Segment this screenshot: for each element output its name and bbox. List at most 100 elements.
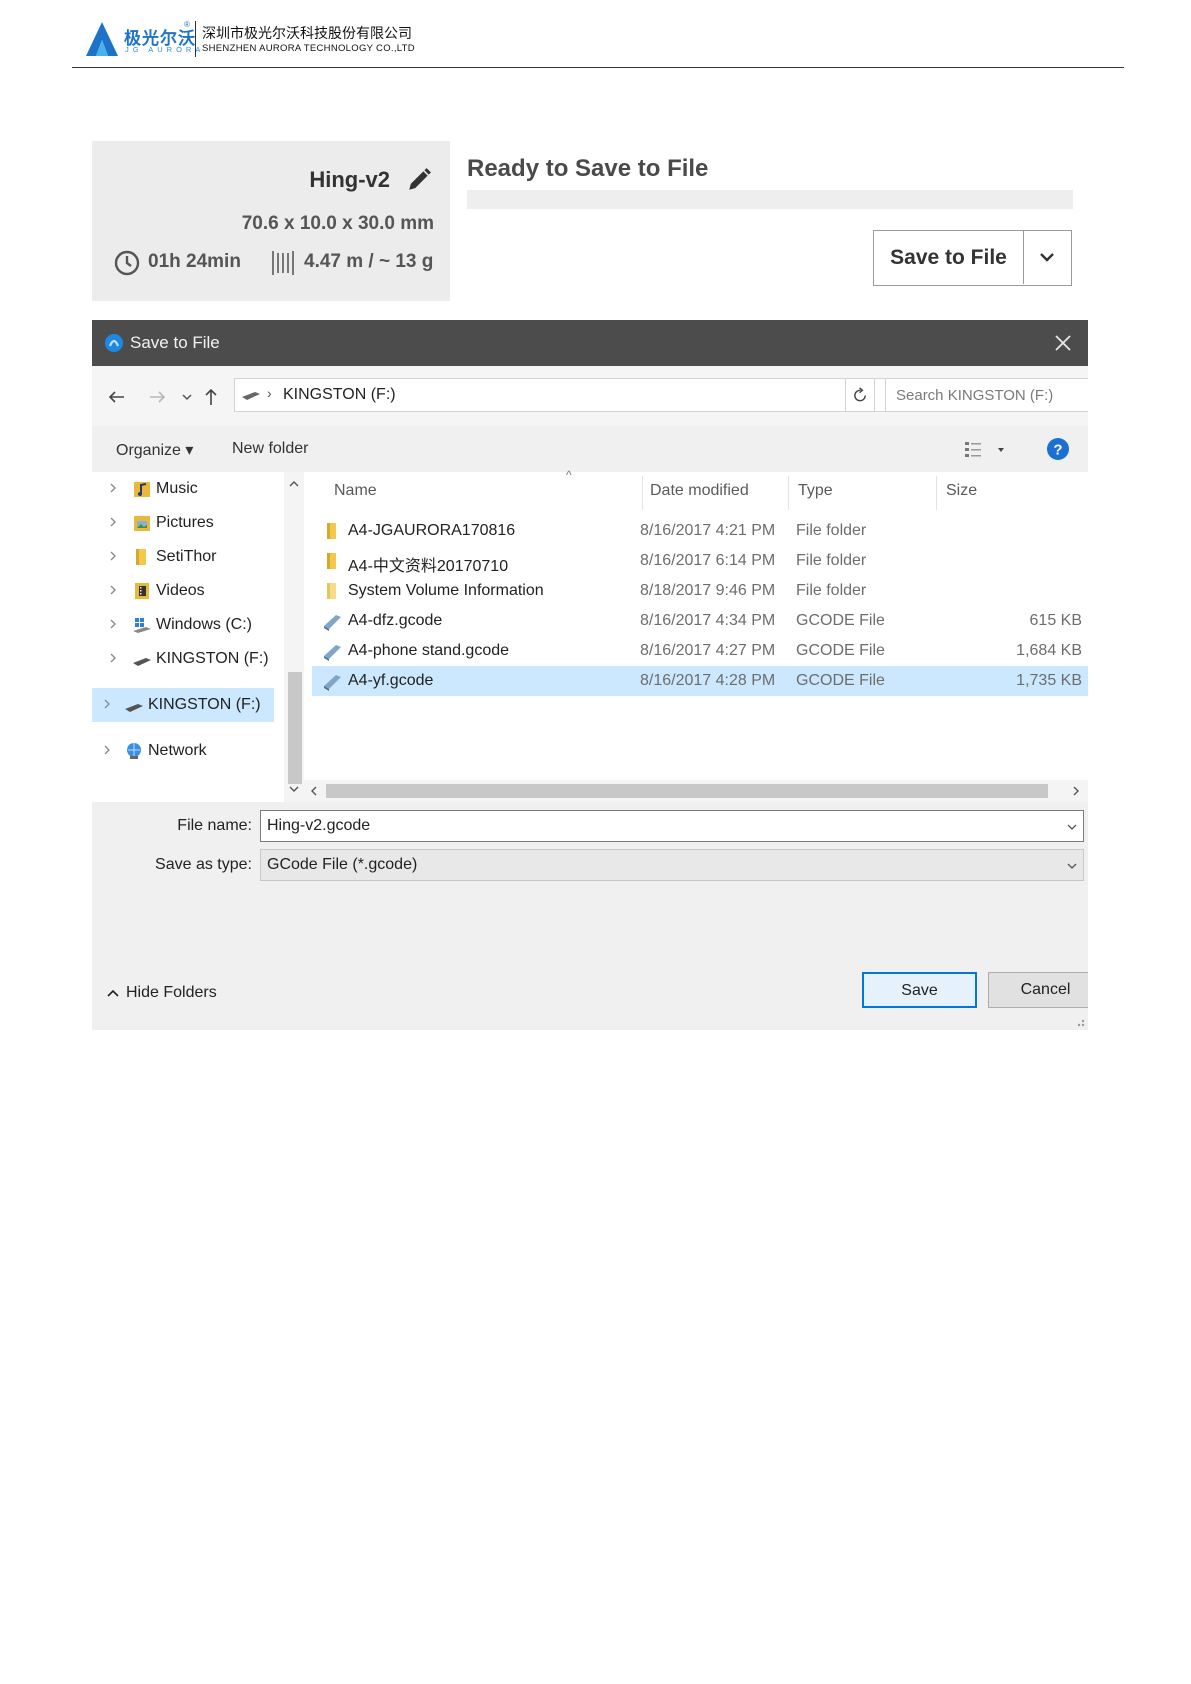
header-divider: [72, 67, 1124, 68]
nav-item-kingston-f-root[interactable]: KINGSTON (F:): [92, 688, 274, 722]
nav-item-label: KINGSTON (F:): [156, 650, 269, 667]
file-type: GCODE File: [796, 642, 885, 659]
aurora-logo-icon: [86, 22, 118, 56]
scrollbar-thumb[interactable]: [326, 784, 1048, 798]
chevron-down-icon[interactable]: [1065, 859, 1079, 873]
help-icon[interactable]: ?: [1046, 437, 1070, 461]
search-box[interactable]: Search KINGSTON (F:): [885, 378, 1088, 412]
file-date: 8/16/2017 4:34 PM: [640, 612, 776, 629]
gcode-file-icon: [324, 675, 341, 691]
new-folder-button[interactable]: New folder: [232, 440, 308, 458]
view-options-icon[interactable]: [964, 440, 1006, 460]
progress-bar: [467, 190, 1073, 209]
save-as-type-select[interactable]: GCode File (*.gcode): [260, 849, 1084, 881]
expand-chevron-icon[interactable]: [108, 617, 118, 631]
search-input[interactable]: Search KINGSTON (F:): [896, 387, 1053, 404]
scroll-right-icon[interactable]: [1070, 785, 1082, 797]
file-date: 8/16/2017 4:28 PM: [640, 672, 776, 689]
resize-grip-icon[interactable]: [1068, 1010, 1086, 1028]
expand-chevron-icon[interactable]: [108, 651, 118, 665]
scroll-up-icon[interactable]: [287, 477, 301, 489]
file-type: File folder: [796, 522, 867, 539]
column-divider[interactable]: [642, 476, 643, 510]
navigation-bar: › KINGSTON (F:) Search KINGSTON (F:): [92, 366, 1088, 426]
pictures-folder-icon: [134, 516, 150, 531]
folder-icon: [327, 553, 336, 569]
file-name-value[interactable]: Hing-v2.gcode: [267, 817, 370, 835]
nav-item-label: Pictures: [156, 514, 214, 531]
filament-spool-icon: [272, 251, 294, 275]
cancel-button[interactable]: Cancel: [988, 972, 1088, 1008]
windows-drive-icon: [133, 618, 151, 633]
breadcrumb-chevron: ›: [267, 385, 272, 401]
company-name-en: SHENZHEN AURORA TECHNOLOGY CO.,LTD: [202, 43, 415, 54]
hide-folders-label: Hide Folders: [126, 984, 217, 1001]
clock-icon: [114, 250, 140, 276]
command-bar: Organize ▾ New folder ?: [92, 426, 1088, 472]
expand-chevron-icon[interactable]: [108, 515, 118, 529]
scrollbar-thumb[interactable]: [288, 672, 302, 784]
file-row[interactable]: A4-JGAURORA170816 8/16/2017 4:21 PM File…: [312, 516, 1088, 546]
nav-item-videos[interactable]: Videos: [92, 574, 284, 608]
chevron-down-icon[interactable]: [1024, 231, 1070, 284]
file-date: 8/16/2017 4:21 PM: [640, 522, 776, 539]
chevron-down-icon[interactable]: [1065, 820, 1079, 834]
save-to-file-split-button[interactable]: Save to File: [873, 230, 1072, 286]
up-arrow-icon[interactable]: [200, 386, 222, 408]
nav-item-music[interactable]: Music: [92, 472, 284, 506]
file-name: System Volume Information: [348, 582, 544, 599]
nav-item-label: Windows (C:): [156, 616, 253, 633]
nav-item-label: KINGSTON (F:): [148, 696, 261, 713]
recent-locations-chevron-icon[interactable]: [176, 386, 198, 408]
file-row[interactable]: A4-phone stand.gcode 8/16/2017 4:27 PM G…: [312, 636, 1088, 666]
nav-item-pictures[interactable]: Pictures: [92, 506, 284, 540]
navigation-scrollbar[interactable]: [284, 472, 304, 802]
expand-chevron-icon[interactable]: [108, 549, 118, 563]
column-divider[interactable]: [788, 476, 789, 510]
file-row[interactable]: System Volume Information 8/18/2017 9:46…: [312, 576, 1088, 606]
hide-folders-toggle[interactable]: Hide Folders: [106, 984, 217, 1002]
save-to-file-button[interactable]: Save to File: [874, 231, 1024, 284]
expand-chevron-icon[interactable]: [102, 743, 112, 757]
dialog-titlebar[interactable]: Save to File: [92, 320, 1088, 366]
usb-drive-icon: [125, 704, 143, 712]
save-as-type-value: GCode File (*.gcode): [267, 856, 418, 873]
organize-menu[interactable]: Organize ▾: [116, 440, 193, 460]
expand-chevron-icon[interactable]: [108, 583, 118, 597]
file-name-field[interactable]: Hing-v2.gcode: [260, 810, 1084, 842]
file-row[interactable]: A4-dfz.gcode 8/16/2017 4:34 PM GCODE Fil…: [312, 606, 1088, 636]
file-list-horizontal-scrollbar[interactable]: [304, 780, 1088, 802]
expand-chevron-icon[interactable]: [108, 481, 118, 495]
expand-chevron-icon[interactable]: [102, 697, 112, 711]
save-button[interactable]: Save: [862, 972, 977, 1008]
file-row[interactable]: A4-中文资料20170710 8/16/2017 6:14 PM File f…: [312, 546, 1088, 576]
address-bar[interactable]: › KINGSTON (F:): [234, 378, 887, 412]
nav-item-network[interactable]: Network: [92, 734, 284, 768]
file-type: GCODE File: [796, 612, 885, 629]
registered-mark: ®: [184, 20, 190, 29]
pencil-icon[interactable]: [406, 167, 432, 193]
column-divider[interactable]: [936, 476, 937, 510]
save-dialog: Save to File › KINGSTON (F:) Search KING…: [92, 320, 1088, 1030]
usb-drive-icon: [242, 392, 260, 400]
scroll-left-icon[interactable]: [308, 785, 320, 797]
file-date: 8/18/2017 9:46 PM: [640, 582, 776, 599]
close-icon[interactable]: [1054, 334, 1072, 352]
nav-item-windows-c[interactable]: Windows (C:): [92, 608, 284, 642]
print-summary-card: Hing-v2 70.6 x 10.0 x 30.0 mm 01h 24min …: [92, 141, 450, 301]
nav-item-setithor[interactable]: SetiThor: [92, 540, 284, 574]
refresh-button[interactable]: [845, 378, 875, 412]
nav-item-kingston-f[interactable]: KINGSTON (F:): [92, 642, 284, 676]
scroll-down-icon[interactable]: [287, 784, 301, 796]
folder-icon: [327, 523, 336, 539]
file-row-selected[interactable]: A4-yf.gcode 8/16/2017 4:28 PM GCODE File…: [312, 666, 1088, 696]
back-arrow-icon[interactable]: [106, 386, 128, 408]
file-size: 1,735 KB: [1016, 672, 1082, 689]
brand-name-en: JG AURORA: [125, 45, 205, 54]
forward-arrow-icon[interactable]: [146, 386, 168, 408]
breadcrumb-location[interactable]: KINGSTON (F:): [283, 386, 396, 404]
navigation-pane: Music Pictures SetiThor Videos Windows (…: [92, 472, 284, 802]
refresh-icon: [854, 387, 866, 402]
nav-item-label: Videos: [156, 582, 205, 599]
nav-item-label: Music: [156, 480, 198, 497]
